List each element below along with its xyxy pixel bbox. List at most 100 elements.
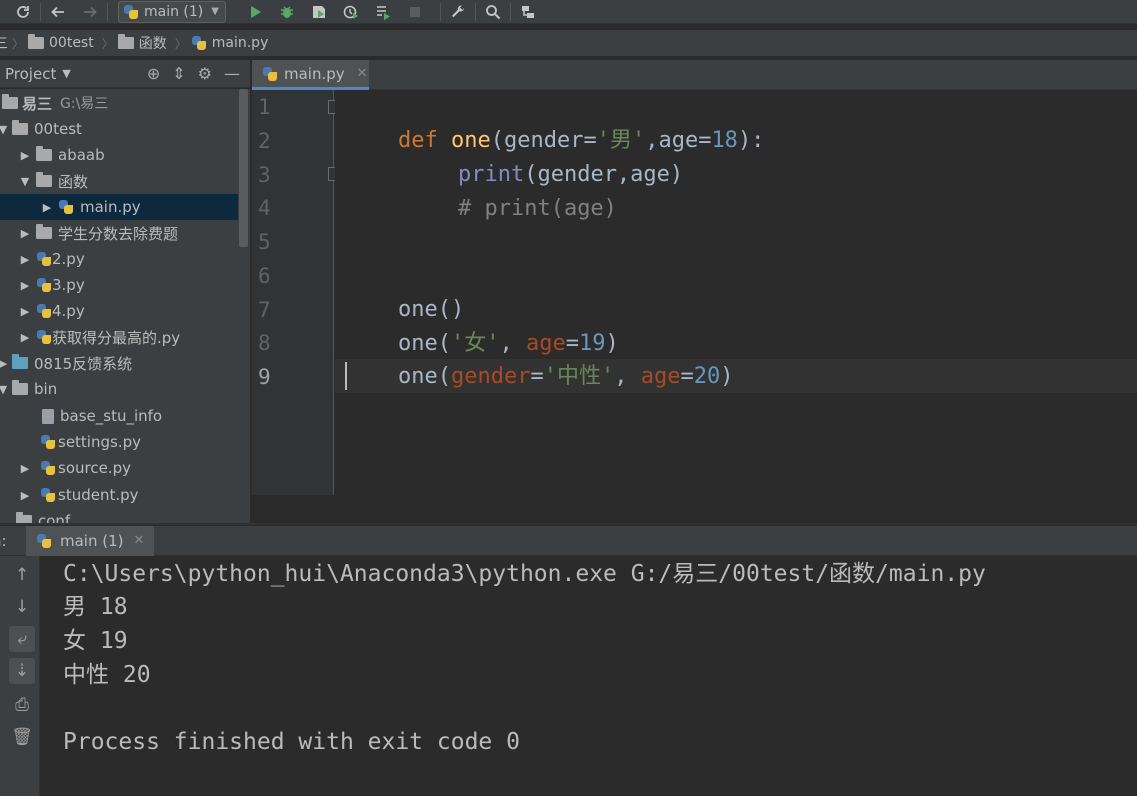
tree-item-label: 获取得分最高的.py: [52, 328, 181, 347]
python-file-icon: [36, 303, 52, 319]
run-config-dropdown[interactable]: main (1) ▼: [118, 0, 226, 23]
tab-main-py[interactable]: main.py ✕: [252, 60, 369, 90]
folder-icon: [2, 94, 18, 109]
tree-item-0815[interactable]: ▶ 0815反馈系统: [0, 350, 238, 376]
coverage-icon[interactable]: [308, 1, 330, 23]
trash-icon[interactable]: 🗑: [9, 724, 35, 750]
line-number-current: 9: [258, 365, 271, 389]
tree-item-label: 学生分数去除费题: [58, 224, 179, 243]
stop-icon[interactable]: [404, 1, 426, 23]
close-icon[interactable]: ✕: [357, 66, 368, 81]
console-line: C:\Users\python_hui\Anaconda3\python.exe…: [63, 561, 986, 587]
run-list-icon[interactable]: [372, 1, 394, 23]
project-view-dropdown[interactable]: Project ▼: [5, 65, 71, 83]
tree-item-student-py[interactable]: ▶ student.py: [0, 482, 238, 508]
project-tree-scrollbar[interactable]: [239, 89, 248, 247]
python-file-icon: [40, 460, 56, 476]
breadcrumb-separator-icon: 〉: [12, 36, 25, 51]
tree-root[interactable]: 易三 G:\易三: [0, 90, 238, 116]
code-text: =: [680, 364, 694, 389]
panel-divider[interactable]: [0, 523, 1137, 525]
python-file-icon: [58, 199, 74, 215]
tree-item-2-py[interactable]: ▶ 2.py: [0, 246, 238, 272]
back-icon[interactable]: [47, 1, 69, 23]
tree-item-py[interactable]: ▶ 获取得分最高的.py: [0, 324, 238, 350]
tree-item-3-py[interactable]: ▶ 3.py: [0, 272, 238, 298]
chevron-right-icon: ▶: [20, 226, 30, 240]
breadcrumb-item[interactable]: 00test: [28, 34, 94, 51]
breadcrumb: 三 〉 00test 〉 函数 〉 main.py: [0, 30, 1137, 56]
code-line-2: print(gender,age): [405, 124, 683, 187]
tree-item-00test[interactable]: ▼ 00test: [0, 116, 238, 142]
run-icon[interactable]: [244, 1, 266, 23]
text-file-icon: [42, 408, 54, 424]
tree-item-abaab[interactable]: ▶ abaab: [0, 142, 238, 168]
chevron-right-icon: ▶: [42, 200, 52, 214]
tree-item-label: abaab: [58, 146, 105, 164]
profile-icon[interactable]: [340, 1, 362, 23]
tree-item-label: 3.py: [52, 276, 85, 294]
folder-icon: [12, 380, 28, 395]
forward-icon[interactable]: [79, 1, 101, 23]
tree-root-path: G:\易三: [60, 96, 109, 112]
code-line-7: one('女', age=19): [345, 293, 619, 356]
breadcrumb-item[interactable]: 函数: [117, 33, 167, 53]
chevron-right-icon: ▶: [20, 330, 30, 344]
locate-icon[interactable]: ⊕: [147, 64, 160, 83]
debug-icon[interactable]: [276, 1, 298, 23]
console-line: Process finished with exit code 0: [63, 729, 520, 755]
tree-item-4-py[interactable]: ▶ 4.py: [0, 298, 238, 324]
arrow-down-icon[interactable]: ↓: [9, 594, 35, 620]
tree-item-bin[interactable]: ▼ bin: [0, 376, 238, 402]
breadcrumb-item[interactable]: main.py: [191, 35, 269, 51]
tree-item-folder[interactable]: ▶ 学生分数去除费题: [0, 220, 238, 246]
tree-item-label: 2.py: [52, 250, 85, 268]
console-line: 男 18: [63, 594, 128, 620]
python-file-icon: [36, 251, 52, 267]
code-text: ):: [737, 128, 765, 153]
soft-wrap-icon[interactable]: ⤶: [9, 626, 35, 652]
keyword-argument: age: [640, 364, 681, 389]
run-tab-main[interactable]: main (1) ✕: [26, 525, 155, 556]
tree-item-settings-py[interactable]: settings.py: [0, 429, 238, 455]
chevron-right-icon: ▶: [20, 461, 30, 475]
folder-icon: [36, 172, 52, 187]
run-config-label: main (1): [144, 3, 204, 20]
run-side-toolbar: ↑ ↓ ⤶ ⇣ ⎙ 🗑: [0, 556, 40, 796]
toolbar-separator: [509, 2, 511, 21]
tab-label: main.py: [284, 64, 345, 83]
collapse-all-icon[interactable]: ⇕: [172, 64, 185, 83]
search-icon[interactable]: [482, 1, 504, 23]
folder-icon: [117, 34, 134, 49]
wrench-icon[interactable]: [447, 1, 469, 23]
console-line: 中性 20: [63, 662, 151, 688]
close-icon[interactable]: ✕: [134, 533, 145, 548]
minimize-icon[interactable]: —: [224, 64, 240, 83]
line-number: 4: [258, 196, 271, 220]
folder-icon: [36, 146, 52, 161]
code-text: ): [720, 364, 734, 389]
tree-item-base-stu-info[interactable]: base_stu_info: [0, 403, 238, 429]
print-icon[interactable]: ⎙: [9, 692, 35, 718]
tree-item-label: 0815反馈系统: [34, 354, 133, 373]
editor-bottom-area: [252, 495, 1137, 523]
run-tab-label: main (1): [60, 531, 124, 550]
tree-item-conf[interactable]: conf: [0, 508, 238, 523]
sync-icon[interactable]: [12, 1, 34, 23]
tree-item-functions[interactable]: ▼ 函数: [0, 168, 238, 194]
text-caret: [345, 362, 347, 390]
breadcrumb-item-label: main.py: [211, 35, 269, 51]
scroll-to-end-icon[interactable]: ⇣: [9, 658, 35, 684]
tree-item-label: base_stu_info: [60, 407, 163, 425]
structure-icon[interactable]: [517, 1, 539, 23]
code-line-6: one(): [345, 259, 464, 322]
tree-item-main-py[interactable]: ▶ main.py: [0, 194, 238, 220]
tree-item-source-py[interactable]: ▶ source.py: [0, 455, 238, 481]
toolbar-separator: [474, 2, 476, 21]
chevron-right-icon: ▶: [20, 304, 30, 318]
keyword-argument: gender: [450, 364, 531, 389]
run-console-output[interactable]: C:\Users\python_hui\Anaconda3\python.exe…: [41, 556, 1137, 796]
gear-icon[interactable]: ⚙: [198, 64, 212, 83]
arrow-up-icon[interactable]: ↑: [9, 562, 35, 588]
code-editor[interactable]: def one(gender='男',age=18): print(gender…: [335, 90, 1137, 495]
